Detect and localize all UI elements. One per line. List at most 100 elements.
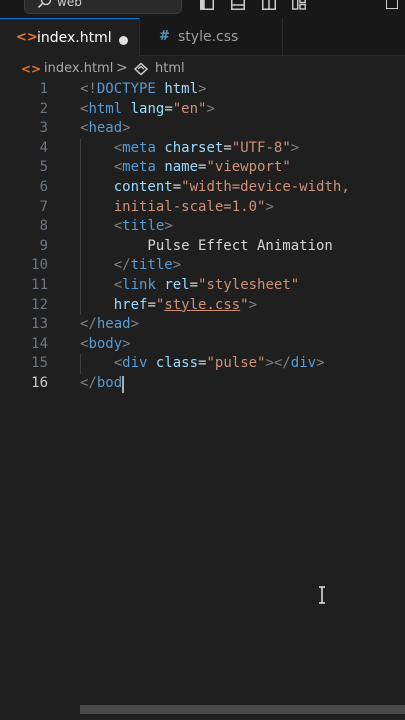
code-token: href xyxy=(113,296,148,313)
code-line[interactable]: 12 href="style.css"> xyxy=(0,296,405,316)
code-token: name xyxy=(164,159,199,176)
line-number: 14 xyxy=(31,335,48,352)
line-number: 9 xyxy=(39,237,48,254)
code-editor[interactable]: 1 <!DOCTYPE html> 2 <html lang="en"> 3 <head>… xyxy=(0,80,405,700)
breadcrumb: <> index.html > html xyxy=(0,57,405,81)
tab-label: style.css xyxy=(178,29,239,45)
customize-layout-icon[interactable] xyxy=(292,0,306,10)
code-token: > xyxy=(122,335,131,352)
line-number: 12 xyxy=(31,296,48,313)
code-token: meta xyxy=(122,139,156,156)
code-token: "stylesheet" xyxy=(198,277,300,293)
html-file-icon: <> xyxy=(21,62,42,76)
line-number: 6 xyxy=(39,179,48,195)
code-text[interactable]: <html lang="en"> xyxy=(80,100,215,120)
toggle-panel-icon[interactable] xyxy=(231,0,245,10)
code-line[interactable]: 6 content="width=device-width, xyxy=(0,178,405,198)
code-text[interactable]: content="width=device-width, xyxy=(80,178,350,198)
code-token: "viewport" xyxy=(206,159,291,176)
code-line[interactable]: 16 </bod xyxy=(0,374,405,394)
code-token: div xyxy=(122,355,148,372)
indent-guide xyxy=(80,354,81,374)
line-number: 5 xyxy=(39,159,48,176)
code-token: rel xyxy=(164,277,190,293)
scrollbar-thumb[interactable] xyxy=(80,705,405,714)
horizontal-scrollbar[interactable] xyxy=(0,700,405,720)
breadcrumb-file[interactable]: index.html xyxy=(44,61,113,76)
code-token: > xyxy=(316,355,325,372)
search-text: web xyxy=(57,0,82,9)
code-token: style.css xyxy=(164,296,241,313)
code-token: meta xyxy=(122,159,156,176)
code-text[interactable]: <head> xyxy=(80,119,131,139)
code-line[interactable]: 13 </head> xyxy=(0,315,405,335)
line-number: 4 xyxy=(39,139,48,156)
code-line[interactable]: 3 <head> xyxy=(0,119,405,139)
code-token: Pulse Effect Animation xyxy=(80,237,333,254)
code-token: </ xyxy=(80,316,97,333)
code-token: " xyxy=(240,296,249,313)
code-text[interactable]: </head> xyxy=(80,315,139,335)
code-token: < xyxy=(113,139,123,156)
tab-style-css[interactable]: # style.css xyxy=(141,18,283,56)
code-line[interactable]: 4 <meta charset="UTF-8"> xyxy=(0,139,405,159)
code-text[interactable]: Pulse Effect Animation xyxy=(80,237,333,257)
code-text[interactable]: </title> xyxy=(80,256,181,276)
code-text[interactable]: <meta charset="UTF-8"> xyxy=(80,139,300,159)
line-number: 11 xyxy=(31,277,48,293)
code-token: title xyxy=(130,257,173,274)
code-token: html xyxy=(88,100,123,117)
toggle-primary-sidebar-icon[interactable] xyxy=(200,0,214,10)
code-token: "UTF-8" xyxy=(231,139,291,156)
line-number: 1 xyxy=(39,81,48,97)
text-caret xyxy=(122,375,125,393)
code-token: "width=device-width, xyxy=(181,179,350,195)
command-center-search[interactable]: web xyxy=(24,0,182,14)
code-text[interactable]: </bod xyxy=(80,374,122,394)
code-token: div xyxy=(290,355,317,372)
restore-icon[interactable] xyxy=(386,0,398,9)
code-line[interactable]: 8 <title> xyxy=(0,217,405,237)
breadcrumb-element[interactable]: html xyxy=(155,61,185,76)
code-line[interactable]: 10 </title> xyxy=(0,256,405,276)
code-text[interactable]: href="style.css"> xyxy=(80,296,257,316)
code-token: > xyxy=(172,257,182,274)
toggle-secondary-sidebar-icon[interactable] xyxy=(262,0,276,10)
code-token: content xyxy=(113,179,173,195)
line-number: 15 xyxy=(31,355,48,372)
code-token: = xyxy=(223,139,232,156)
code-line[interactable]: 14 <body> xyxy=(0,335,405,355)
code-text[interactable]: <meta name="viewport" xyxy=(80,158,291,178)
code-line[interactable]: 1 <!DOCTYPE html> xyxy=(0,80,405,100)
code-text[interactable]: <title> xyxy=(80,217,173,237)
unsaved-dot-icon[interactable] xyxy=(119,36,128,45)
code-text[interactable]: <body> xyxy=(80,335,131,355)
code-text[interactable]: initial-scale=1.0"> xyxy=(80,198,274,218)
css-file-icon: # xyxy=(159,29,170,44)
line-number: 2 xyxy=(39,100,48,117)
code-token: link xyxy=(122,277,156,293)
code-token: < xyxy=(113,277,123,293)
code-text[interactable]: <link rel="stylesheet" xyxy=(80,276,299,296)
code-line[interactable]: 15 <div class="pulse"></div> xyxy=(0,354,405,374)
line-number: 16 xyxy=(31,375,48,391)
code-line[interactable]: 2 <html lang="en"> xyxy=(0,100,405,120)
code-line[interactable]: 9 Pulse Effect Animation xyxy=(0,237,405,257)
code-token: </ xyxy=(80,375,97,391)
code-token: > xyxy=(198,81,207,97)
code-token: = xyxy=(164,100,173,117)
line-number: 10 xyxy=(31,257,48,274)
code-text[interactable]: <div class="pulse"></div> xyxy=(80,354,325,374)
code-line[interactable]: 11 <link rel="stylesheet" xyxy=(0,276,405,296)
code-token: > xyxy=(248,296,258,313)
code-token: body xyxy=(88,335,123,352)
code-line[interactable]: 5 <meta name="viewport" xyxy=(0,158,405,178)
code-token: < xyxy=(113,355,123,372)
tab-index-html[interactable]: <> index.html xyxy=(0,18,140,56)
code-line[interactable]: 7 initial-scale=1.0"> xyxy=(0,198,405,218)
code-token: </ xyxy=(113,257,131,274)
code-text[interactable]: <!DOCTYPE html> xyxy=(80,80,206,100)
